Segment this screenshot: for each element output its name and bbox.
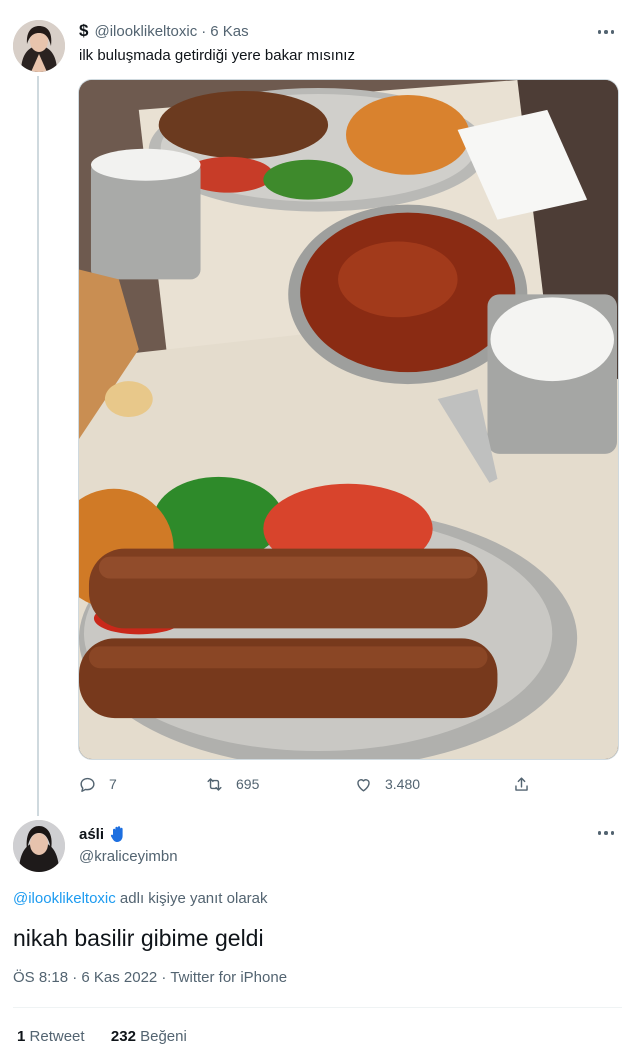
retweets-stat[interactable]: 1 Retweet: [17, 1028, 85, 1045]
reply-count: 7: [109, 776, 117, 792]
like-action[interactable]: 3.480: [354, 772, 420, 796]
replying-to-line: @ilooklikeltoxic adlı kişiye yanıt olara…: [13, 890, 268, 907]
tweet-more-options-icon[interactable]: [595, 22, 617, 42]
author-avatar[interactable]: [13, 20, 65, 72]
tweet-text: ilk buluşmada getirdiği yere bakar mısın…: [79, 47, 355, 64]
likes-stat-count: 232: [110, 1028, 136, 1045]
retweets-stat-count: 1: [17, 1028, 26, 1045]
reply-more-options-icon[interactable]: [595, 823, 617, 843]
reply-action[interactable]: 7: [78, 772, 117, 796]
reply-timestamp[interactable]: ÖS 8:18 · 6 Kas 2022 · Twitter for iPhon…: [13, 969, 287, 986]
reply-author-handle[interactable]: @kraliceyimbn: [79, 848, 178, 865]
reply-author-avatar[interactable]: [13, 820, 65, 872]
replying-to-handle-link[interactable]: @ilooklikeltoxic: [13, 890, 116, 907]
reply-author-display-name[interactable]: aśli: [79, 825, 126, 843]
heart-icon: [357, 778, 370, 792]
author-display-name[interactable]: $: [79, 21, 88, 41]
likes-stat-label: Beğeni: [140, 1028, 187, 1045]
retweet-count: 695: [236, 776, 260, 792]
retweet-action[interactable]: 695: [205, 772, 259, 796]
author-handle[interactable]: @ilooklikeltoxic: [94, 23, 197, 40]
reply-stats: 1 Retweet 232 Beğeni: [17, 1028, 187, 1045]
reply-text: nikah basilir gibime geldi: [13, 925, 264, 951]
retweets-stat-label: Retweet: [29, 1028, 85, 1045]
retweet-icon: [207, 777, 222, 791]
like-count: 3.480: [385, 776, 421, 792]
hand-emoji-icon: [110, 826, 123, 842]
tweet-date[interactable]: 6 Kas: [210, 23, 248, 40]
stats-divider: [13, 1007, 622, 1008]
reply-author-name-text: aśli: [79, 825, 105, 843]
tweet-photo[interactable]: [78, 79, 619, 760]
share-action[interactable]: [512, 772, 543, 796]
likes-stat[interactable]: 232 Beğeni: [111, 1028, 187, 1045]
thread-connector-line: [37, 76, 39, 816]
share-icon: [515, 776, 528, 791]
reply-icon: [80, 777, 95, 792]
tweet-header: $ @ilooklikeltoxic · 6 Kas: [79, 21, 249, 41]
replying-to-suffix: adlı kişiye yanıt olarak: [115, 890, 268, 907]
header-separator: ·: [201, 22, 207, 40]
